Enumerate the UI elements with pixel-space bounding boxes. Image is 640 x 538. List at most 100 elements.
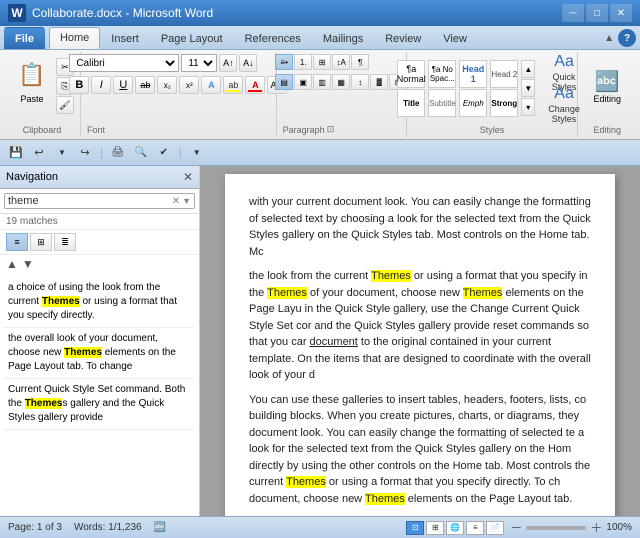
nav-next-button[interactable]: ▼ — [22, 257, 34, 271]
style-normal[interactable]: ¶a Normal — [397, 60, 425, 88]
sort-button[interactable]: ↕A — [332, 54, 350, 70]
full-screen-view-button[interactable]: ⊞ — [426, 521, 444, 535]
tab-review[interactable]: Review — [374, 27, 432, 49]
style-no-spacing[interactable]: ¶a No Spac... — [428, 60, 456, 88]
title-bar: W Collaborate.docx - Microsoft Word ─ □ … — [0, 0, 640, 26]
underline-button[interactable]: U — [113, 76, 133, 94]
doc-link: document — [310, 336, 358, 348]
web-layout-view-button[interactable]: 🌐 — [446, 521, 464, 535]
nav-result-item[interactable]: Current Quick Style Set command. Both th… — [4, 379, 195, 430]
paragraph-group-label-text: Paragraph — [283, 125, 325, 135]
word-icon: W — [8, 4, 26, 22]
title-bar-left: W Collaborate.docx - Microsoft Word — [8, 4, 213, 22]
editing-label: Editing — [593, 94, 621, 104]
nav-view-browse-pages[interactable]: ⊞ — [30, 233, 52, 251]
ribbon-tabs: File Home Insert Page Layout References … — [0, 26, 640, 50]
tab-view[interactable]: View — [432, 27, 478, 49]
qat-separator: | — [100, 147, 103, 159]
style-heading1[interactable]: Head 1 — [459, 60, 487, 88]
justify-button[interactable]: ▦ — [332, 74, 350, 90]
style-strong[interactable]: Strong — [490, 89, 518, 117]
styles-dropdown[interactable]: ▾ — [521, 98, 535, 116]
bold-button[interactable]: B — [69, 76, 89, 94]
nav-search-input[interactable] — [8, 195, 172, 207]
nav-view-browse-results[interactable]: ≣ — [54, 233, 76, 251]
zoom-in-button[interactable]: ＋ — [590, 519, 602, 536]
increase-font-button[interactable]: A↑ — [219, 54, 237, 72]
styles-scroll-up[interactable]: ▲ — [521, 60, 535, 78]
numbering-button[interactable]: 1. — [294, 54, 312, 70]
nav-view-browse-headings[interactable]: ≡ — [6, 233, 28, 251]
undo-qat-button[interactable]: ↩ — [29, 143, 49, 163]
paragraph-content: ≡• 1. ⊞ ↕A ¶ ▤ ▣ ▥ ▦ ↕ ▓ ⊞ — [275, 54, 407, 122]
nav-close-button[interactable]: ✕ — [183, 170, 193, 184]
paragraph-dialog-launcher[interactable]: ⊡ — [327, 124, 335, 135]
nav-search-clear-button[interactable]: ✕ — [172, 196, 180, 207]
paste-button[interactable]: 📋 Paste — [10, 54, 54, 106]
close-button[interactable]: ✕ — [610, 4, 632, 22]
ribbon-collapse-icon[interactable]: ▲ — [604, 33, 614, 44]
zoom-level[interactable]: 100% — [606, 522, 632, 533]
spell-check-button[interactable]: ✔ — [154, 143, 174, 163]
draft-view-button[interactable]: 📄 — [486, 521, 504, 535]
nav-result-item[interactable]: the overall look of your document, choos… — [4, 328, 195, 379]
font-color-button[interactable]: A — [245, 76, 265, 94]
zoom-out-button[interactable]: － — [510, 519, 522, 536]
customize-qat-button[interactable]: 🖨 — [108, 143, 128, 163]
tab-file[interactable]: File — [4, 27, 45, 49]
tab-page-layout[interactable]: Page Layout — [150, 27, 234, 49]
nav-panel-title: Navigation — [6, 171, 58, 183]
text-effects-button[interactable]: A — [201, 76, 221, 94]
maximize-button[interactable]: □ — [586, 4, 608, 22]
nav-prev-button[interactable]: ▲ — [6, 257, 18, 271]
tab-references[interactable]: References — [234, 27, 312, 49]
redo-qat-button[interactable]: ↪ — [75, 143, 95, 163]
align-right-button[interactable]: ▥ — [313, 74, 331, 90]
doc-highlight: Themes — [365, 493, 405, 505]
editing-button[interactable]: 🔤 Editing — [584, 54, 630, 118]
outline-view-button[interactable]: ≡ — [466, 521, 484, 535]
zoom-slider[interactable] — [526, 526, 586, 530]
nav-panel-header: Navigation ✕ — [0, 166, 199, 189]
bullets-button[interactable]: ≡• — [275, 54, 293, 70]
undo-arrow-button[interactable]: ▼ — [52, 143, 72, 163]
tab-mailings[interactable]: Mailings — [312, 27, 374, 49]
align-left-button[interactable]: ▤ — [275, 74, 293, 90]
text-highlight-button[interactable]: ab — [223, 76, 243, 94]
line-spacing-button[interactable]: ↕ — [351, 74, 369, 90]
font-row-2: B I U ab x₂ x² A ab A A✕ — [69, 76, 287, 94]
paragraph-row-2: ▤ ▣ ▥ ▦ ↕ ▓ ⊞ — [275, 74, 407, 90]
subscript-button[interactable]: x₂ — [157, 76, 177, 94]
words-info: Words: 1/1,236 — [74, 522, 142, 533]
show-marks-button[interactable]: ¶ — [351, 54, 369, 70]
print-layout-view-button[interactable]: ⊡ — [406, 521, 424, 535]
superscript-button[interactable]: x² — [179, 76, 199, 94]
tab-insert[interactable]: Insert — [100, 27, 150, 49]
language-info: 🔤 — [154, 522, 166, 533]
paste-label: Paste — [20, 94, 43, 104]
style-heading2[interactable]: Head 2 — [490, 60, 518, 88]
styles-scroll-down[interactable]: ▼ — [521, 79, 535, 97]
tab-home[interactable]: Home — [49, 27, 100, 49]
qat-dropdown-button[interactable]: ▼ — [187, 143, 207, 163]
style-title[interactable]: Title — [397, 89, 425, 117]
document-page[interactable]: with your current document look. You can… — [225, 174, 615, 516]
decrease-font-button[interactable]: A↓ — [239, 54, 257, 72]
help-button[interactable]: ? — [618, 29, 636, 47]
nav-search-dropdown[interactable]: ▼ — [182, 196, 191, 206]
print-preview-button[interactable]: 🔍 — [131, 143, 151, 163]
italic-button[interactable]: I — [91, 76, 111, 94]
shading-button[interactable]: ▓ — [370, 74, 388, 90]
strikethrough-button[interactable]: ab — [135, 76, 155, 94]
align-center-button[interactable]: ▣ — [294, 74, 312, 90]
style-emphasis[interactable]: Emph — [459, 89, 487, 117]
font-size-select[interactable]: 11 10 12 14 — [181, 54, 217, 72]
save-qat-button[interactable]: 💾 — [6, 143, 26, 163]
style-subtitle[interactable]: Subtitle — [428, 89, 456, 117]
font-family-select[interactable]: Calibri Arial Times New Roman — [69, 54, 179, 72]
change-styles-icon: Aa — [554, 85, 574, 103]
minimize-button[interactable]: ─ — [562, 4, 584, 22]
editing-icon: 🔤 — [595, 69, 620, 94]
nav-result-item[interactable]: a choice of using the look from the curr… — [4, 277, 195, 328]
multilevel-button[interactable]: ⊞ — [313, 54, 331, 70]
